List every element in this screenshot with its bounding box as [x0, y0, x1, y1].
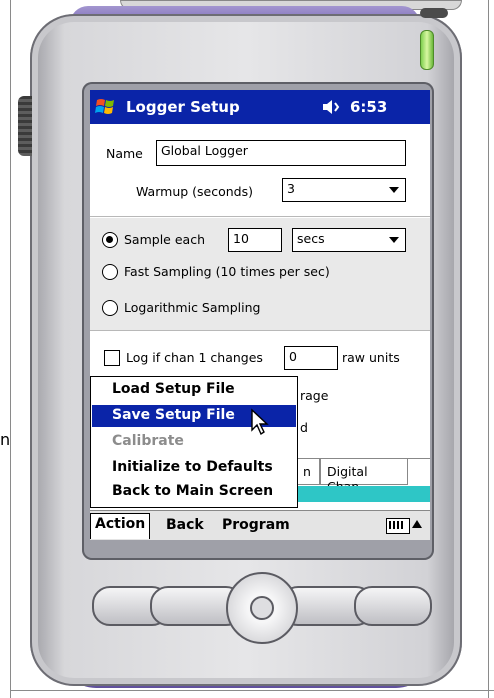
log-sampling-radio[interactable]: [102, 300, 118, 316]
clock-time[interactable]: 6:53: [350, 98, 387, 116]
stylus-cap: [420, 8, 448, 18]
sample-unit-select[interactable]: secs: [292, 228, 406, 252]
sample-each-label: Sample each: [124, 232, 205, 247]
menu-bar: Action Back Program: [90, 510, 430, 540]
title-bar: Logger Setup 6:53: [90, 90, 430, 124]
menu-program[interactable]: Program: [218, 515, 294, 535]
pda-screen: Logger Setup 6:53 Name Global Logger War…: [90, 90, 430, 540]
warmup-value: 3: [287, 181, 295, 196]
sample-unit-value: secs: [297, 231, 325, 246]
log-if-change-checkbox[interactable]: [104, 350, 120, 366]
app-title: Logger Setup: [126, 98, 240, 116]
menu-item-initialize-defaults[interactable]: Initialize to Defaults: [92, 457, 296, 479]
menu-action[interactable]: Action: [90, 513, 151, 539]
section-divider: [90, 330, 430, 331]
section-divider: [90, 216, 430, 217]
raw-units-label: raw units: [342, 350, 400, 365]
arrow-cursor-icon: [251, 408, 269, 436]
sample-each-input[interactable]: 10: [228, 228, 282, 252]
windows-flag-icon[interactable]: [94, 96, 118, 118]
fast-sampling-radio[interactable]: [102, 264, 118, 280]
sample-each-radio[interactable]: [102, 232, 118, 248]
hardware-buttons: [92, 572, 432, 644]
menu-back[interactable]: Back: [162, 515, 208, 535]
sampling-options-panel: Sample each 10 secs Fast Sampling (10 ti…: [90, 218, 430, 330]
navigation-dpad[interactable]: [226, 572, 298, 644]
menu-item-load-setup-file[interactable]: Load Setup File: [92, 379, 296, 401]
bg-frame-line-left: [10, 0, 11, 698]
partial-label: d: [300, 420, 308, 435]
name-field[interactable]: Global Logger: [156, 140, 406, 166]
speaker-icon[interactable]: [322, 99, 344, 115]
chevron-down-icon: [389, 237, 399, 243]
partial-average-label: rage: [300, 388, 329, 403]
name-label: Name: [106, 146, 143, 161]
side-dial[interactable]: [18, 96, 32, 156]
tab-partial[interactable]: n: [296, 459, 320, 485]
log-if-change-input[interactable]: 0: [284, 346, 338, 370]
bg-edge-text: n: [0, 430, 11, 449]
chevron-down-icon: [389, 187, 399, 193]
fast-sampling-label: Fast Sampling (10 times per sec): [124, 264, 330, 279]
bg-frame-line-bottom: [10, 690, 494, 691]
log-sampling-label: Logarithmic Sampling: [124, 300, 261, 315]
hardware-button-right-2[interactable]: [354, 586, 432, 626]
power-led: [420, 30, 434, 70]
log-if-change-label: Log if chan 1 changes: [126, 350, 263, 365]
keyboard-icon[interactable]: [386, 518, 410, 534]
menu-item-back-to-main[interactable]: Back to Main Screen: [92, 481, 296, 503]
warmup-label: Warmup (seconds): [136, 184, 253, 199]
up-arrow-icon[interactable]: [412, 520, 422, 528]
bg-frame-line-right: [488, 0, 489, 698]
tab-digital-chan[interactable]: Digital Chan: [320, 459, 408, 494]
warmup-select[interactable]: 3: [282, 178, 406, 202]
action-popup-menu: Load Setup File Save Setup File Calibrat…: [90, 376, 298, 508]
dpad-center-button[interactable]: [250, 596, 274, 620]
